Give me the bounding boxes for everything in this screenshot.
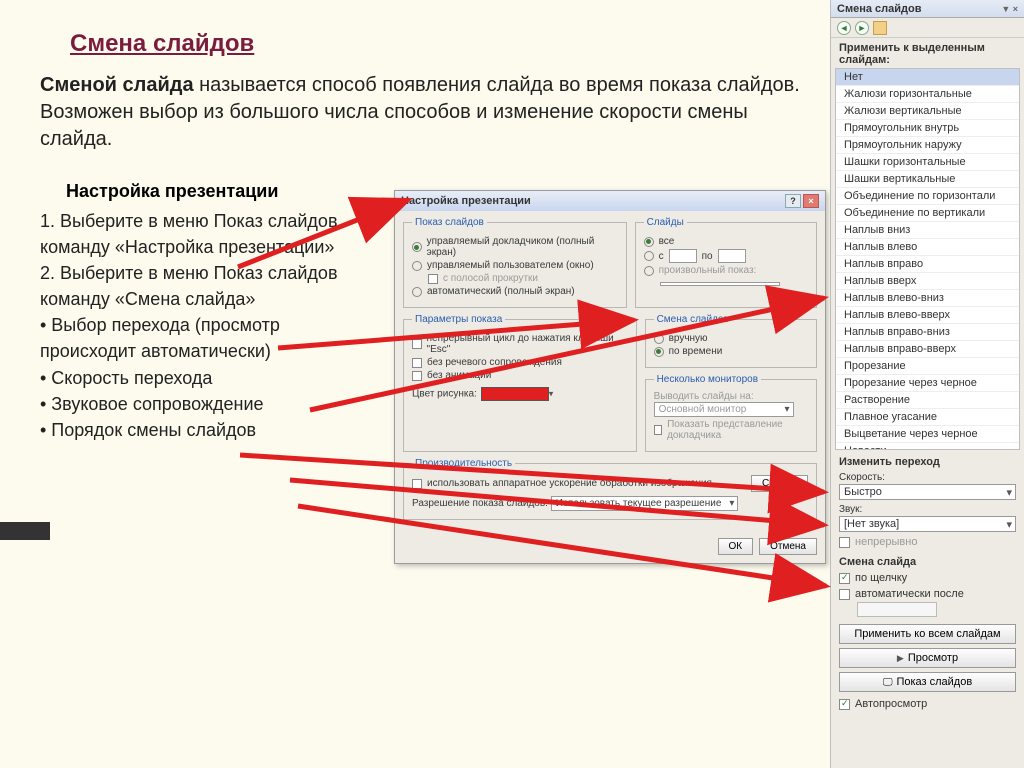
slideshow-button[interactable]: Показ слайдов	[839, 672, 1016, 692]
radio-range[interactable]: с по	[644, 249, 808, 263]
transition-item[interactable]: Новости	[836, 443, 1019, 450]
fs-params: Параметры показа	[412, 314, 505, 325]
forward-icon[interactable]: ►	[855, 21, 869, 35]
pen-color-row: Цвет рисунка:▾	[412, 387, 628, 401]
check-no-narration[interactable]: без речевого сопровождения	[412, 357, 628, 368]
transition-item[interactable]: Наплыв вверх	[836, 273, 1019, 290]
pen-color-swatch[interactable]	[481, 387, 549, 401]
resolution-row: Разрешение показа слайдов: Использовать …	[412, 496, 808, 511]
close-icon[interactable]: ×	[803, 194, 819, 208]
auto-time-input[interactable]	[857, 602, 937, 617]
transition-item[interactable]: Прорезание через черное	[836, 375, 1019, 392]
ok-button[interactable]: ОК	[718, 538, 754, 555]
transition-item[interactable]: Шашки вертикальные	[836, 171, 1019, 188]
transition-item[interactable]: Наплыв влево	[836, 239, 1019, 256]
section-advance: Смена слайда	[831, 550, 1024, 570]
radio-all-slides[interactable]: все	[644, 236, 808, 247]
transition-item[interactable]: Объединение по горизонтали	[836, 188, 1019, 205]
speed-label: Скорость:	[839, 472, 1016, 483]
transition-item[interactable]: Наплыв вправо	[836, 256, 1019, 273]
transition-item[interactable]: Наплыв влево-вверх	[836, 307, 1019, 324]
transition-item[interactable]: Жалюзи горизонтальные	[836, 86, 1019, 103]
transition-list[interactable]: НетЖалюзи горизонтальныеЖалюзи вертикаль…	[835, 68, 1020, 450]
transition-item[interactable]: Плавное угасание	[836, 409, 1019, 426]
home-icon[interactable]	[873, 21, 887, 35]
slide-lead: Сменой слайда называется способ появлени…	[40, 72, 800, 153]
speed-select[interactable]: Быстро	[839, 484, 1016, 500]
transition-item[interactable]: Прямоугольник наружу	[836, 137, 1019, 154]
spin-from[interactable]	[669, 249, 697, 263]
back-icon[interactable]: ◄	[837, 21, 851, 35]
fs-performance: Производительность	[412, 458, 515, 469]
dialog-title: Настройка презентации	[401, 195, 531, 207]
sound-select[interactable]: [Нет звука]	[839, 516, 1016, 532]
presentation-settings-dialog: Настройка презентации ? × Показ слайдов …	[394, 190, 826, 564]
check-continuous: непрерывно	[831, 534, 1024, 550]
slide-steps: 1. Выберите в меню Показ слайдов команду…	[40, 208, 350, 443]
sound-label: Звук:	[839, 504, 1016, 515]
section-modify: Изменить переход	[831, 450, 1024, 470]
transition-item[interactable]: Наплыв вправо-вверх	[836, 341, 1019, 358]
radio-timed[interactable]: по времени	[654, 346, 808, 357]
check-no-animation[interactable]: без анимации	[412, 370, 628, 381]
select-monitor: Основной монитор	[654, 402, 794, 417]
apply-all-button[interactable]: Применить ко всем слайдам	[839, 624, 1016, 644]
pane-toolbar: ◄ ►	[831, 18, 1024, 38]
cancel-button[interactable]: Отмена	[759, 538, 817, 555]
select-resolution[interactable]: Использовать текущее разрешение	[551, 496, 739, 511]
check-autopreview[interactable]: Автопросмотр	[831, 696, 1024, 712]
check-auto-after[interactable]: автоматически после	[831, 586, 1024, 602]
radio-custom-show: произвольный показ:	[644, 265, 808, 276]
fs-monitors: Несколько мониторов	[654, 374, 762, 385]
check-loop-esc[interactable]: непрерывный цикл до нажатия клавиши "Esc…	[412, 333, 628, 355]
transition-item[interactable]: Наплыв вправо-вниз	[836, 324, 1019, 341]
apply-label: Применить к выделенным слайдам:	[831, 38, 1024, 68]
radio-presenter-fullscreen[interactable]: управляемый докладчиком (полный экран)	[412, 236, 618, 258]
transition-item[interactable]: Наплыв вниз	[836, 222, 1019, 239]
chevron-down-icon[interactable]: ▼ ×	[1001, 4, 1018, 14]
fs-slides: Слайды	[644, 217, 687, 228]
check-on-click[interactable]: по щелчку	[831, 570, 1024, 586]
transition-item[interactable]: Объединение по вертикали	[836, 205, 1019, 222]
preview-button[interactable]: Просмотр	[839, 648, 1016, 668]
transition-item[interactable]: Наплыв влево-вниз	[836, 290, 1019, 307]
spin-to[interactable]	[718, 249, 746, 263]
check-presenter-view: Показать представление докладчика	[654, 419, 808, 441]
transition-item[interactable]: Прямоугольник внутрь	[836, 120, 1019, 137]
slide-transition-pane: Смена слайдов ▼ × ◄ ► Применить к выделе…	[830, 0, 1024, 768]
radio-auto-fullscreen[interactable]: автоматический (полный экран)	[412, 286, 618, 297]
transition-item[interactable]: Жалюзи вертикальные	[836, 103, 1019, 120]
fs-show: Показ слайдов	[412, 217, 487, 228]
slide-title: Смена слайдов	[70, 30, 800, 58]
decorative-bar	[0, 522, 50, 540]
transition-item[interactable]: Шашки горизонтальные	[836, 154, 1019, 171]
transition-item[interactable]: Выцветание через черное	[836, 426, 1019, 443]
dialog-titlebar[interactable]: Настройка презентации ? ×	[395, 191, 825, 211]
fs-advance: Смена слайдов	[654, 314, 732, 325]
tips-button[interactable]: Советы	[751, 475, 808, 492]
help-icon[interactable]: ?	[785, 194, 801, 208]
pane-header[interactable]: Смена слайдов ▼ ×	[831, 0, 1024, 18]
radio-manual[interactable]: вручную	[654, 333, 808, 344]
pane-title: Смена слайдов	[837, 3, 921, 15]
check-scrollbar: с полосой прокрутки	[428, 273, 618, 284]
check-hw-accel[interactable]: использовать аппаратное ускорение обрабо…	[412, 478, 751, 489]
transition-item[interactable]: Нет	[836, 69, 1019, 86]
transition-item[interactable]: Прорезание	[836, 358, 1019, 375]
select-custom-show	[660, 282, 780, 286]
transition-item[interactable]: Растворение	[836, 392, 1019, 409]
radio-user-window[interactable]: управляемый пользователем (окно)	[412, 260, 618, 271]
label-output: Выводить слайды на:	[654, 391, 808, 402]
